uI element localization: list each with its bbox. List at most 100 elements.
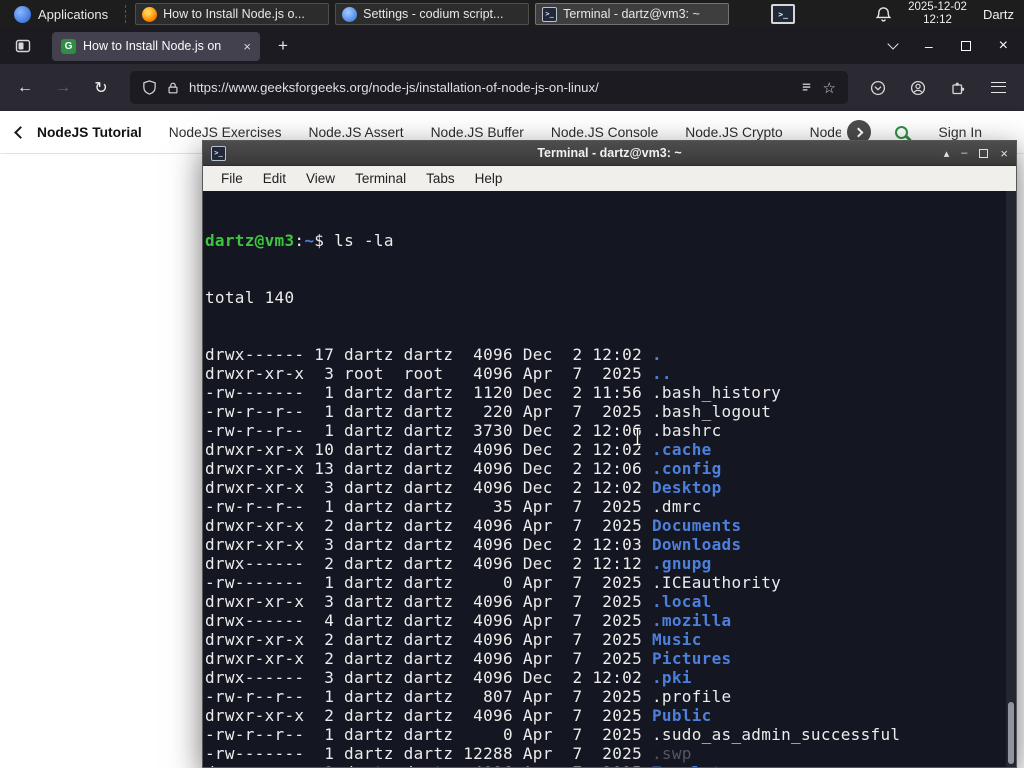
maximize-icon — [960, 41, 971, 51]
menu-file[interactable]: File — [211, 171, 253, 186]
browser-tab-active[interactable]: How to Install Node.js on × — [52, 31, 260, 61]
prompt-path: ~ — [304, 231, 315, 250]
menu-icon[interactable] — [982, 82, 1014, 93]
nav-item-nodejs-buffer[interactable]: Node.JS Buffer — [431, 125, 524, 140]
applications-menu-button[interactable]: Applications — [6, 4, 116, 25]
mouse-cursor — [632, 426, 643, 451]
terminal-line: drwxr-xr-x 2 dartz dartz 4096 Apr 7 2025… — [205, 763, 1002, 767]
applications-icon — [14, 5, 31, 23]
terminal-scrollbar[interactable] — [1006, 191, 1016, 767]
taskbar-item-settings[interactable]: Settings - codium script... — [335, 3, 530, 25]
terminal-scrollbar-thumb[interactable] — [1008, 702, 1014, 764]
tracking-shield-icon[interactable] — [142, 80, 157, 95]
terminal-line: drwx------ 3 dartz dartz 4096 Dec 2 12:0… — [205, 668, 692, 687]
taskbar-item-label: Settings - codium script... — [363, 7, 504, 21]
menu-tabs[interactable]: Tabs — [416, 171, 465, 186]
nav-item-nodejs-exercises[interactable]: NodeJS Exercises — [169, 125, 282, 140]
terminal-line: drwxr-xr-x 2 dartz dartz 4096 Apr 7 2025… — [205, 706, 712, 725]
bookmark-star-icon[interactable]: ☆ — [823, 79, 836, 97]
lock-icon[interactable] — [166, 81, 180, 95]
taskbar-item-label: Terminal - dartz@vm3: ~ — [563, 7, 700, 21]
firefox-icon — [142, 6, 158, 22]
terminal-close-button[interactable]: × — [1000, 146, 1008, 161]
window-minimize-button[interactable]: – — [925, 39, 933, 53]
file-name: .gnupg — [651, 554, 712, 573]
file-name: Documents — [651, 516, 742, 535]
terminal-line: -rw-r--r-- 1 dartz dartz 220 Apr 7 2025 … — [205, 402, 772, 421]
search-icon[interactable] — [895, 125, 909, 139]
clock-date: 2025-12-02 — [908, 1, 967, 13]
file-name: .bash_history — [651, 383, 782, 402]
reload-button[interactable]: ↻ — [86, 78, 116, 98]
applications-label: Applications — [38, 6, 109, 22]
terminal-line: drwx------ 17 dartz dartz 4096 Dec 2 12:… — [205, 345, 662, 364]
pocket-icon[interactable] — [862, 80, 894, 96]
gfg-favicon — [61, 38, 76, 54]
menu-help[interactable]: Help — [465, 171, 513, 186]
tray-terminal-icon[interactable] — [771, 4, 796, 24]
nav-item-nodejs-crypto[interactable]: Node.JS Crypto — [685, 125, 782, 140]
reader-mode-icon[interactable] — [799, 80, 814, 95]
terminal-line: -rw-r--r-- 1 dartz dartz 0 Apr 7 2025 .s… — [205, 725, 901, 744]
file-name: .swp — [651, 744, 692, 763]
window-maximize-button[interactable] — [960, 41, 971, 51]
taskbar-item-terminal[interactable]: Terminal - dartz@vm3: ~ — [535, 3, 730, 25]
tab-close-icon[interactable]: × — [243, 39, 251, 54]
forward-button[interactable]: → — [48, 79, 78, 97]
firefox-view-icon[interactable] — [10, 33, 36, 59]
terminal-title: Terminal - dartz@vm3: ~ — [537, 146, 682, 160]
sign-in-link[interactable]: Sign In — [938, 124, 982, 140]
terminal-title-bar[interactable]: Terminal - dartz@vm3: ~ ▴ – × — [203, 141, 1016, 166]
prompt-symbol: $ — [314, 231, 335, 250]
terminal-line: -rw------- 1 dartz dartz 1120 Dec 2 11:5… — [205, 383, 782, 402]
taskbar-item-browser[interactable]: How to Install Node.js o... — [135, 3, 330, 25]
terminal-window-controls: ▴ – × — [944, 146, 1008, 161]
menu-edit[interactable]: Edit — [253, 171, 296, 186]
prompt-userhost: dartz@vm3 — [205, 231, 295, 250]
menu-view[interactable]: View — [296, 171, 345, 186]
nav-scroll-left-icon[interactable] — [14, 125, 27, 139]
extensions-icon[interactable] — [942, 80, 974, 96]
file-name: .. — [651, 364, 672, 383]
account-icon[interactable] — [902, 80, 934, 96]
terminal-line: drwxr-xr-x 2 dartz dartz 4096 Apr 7 2025… — [205, 630, 702, 649]
nav-item-nodejs-dns[interactable]: Node.JS DNS — [810, 125, 842, 140]
terminal-menu-bar: File Edit View Terminal Tabs Help — [203, 166, 1016, 191]
terminal-minimize-button[interactable]: – — [961, 147, 967, 159]
terminal-icon — [542, 6, 558, 22]
terminal-shade-button[interactable]: ▴ — [944, 147, 950, 160]
tab-title: How to Install Node.js on — [83, 39, 222, 53]
window-close-button[interactable]: × — [999, 38, 1008, 54]
nav-item-nodejs-assert[interactable]: Node.JS Assert — [309, 125, 404, 140]
command-text: ls -la — [334, 231, 394, 250]
terminal-line: drwxr-xr-x 3 dartz dartz 4096 Dec 2 12:0… — [205, 478, 722, 497]
terminal-prompt-line: dartz@vm3:~$ ls -la — [205, 231, 1002, 250]
file-name: .config — [651, 459, 722, 478]
file-name: .pki — [651, 668, 692, 687]
notification-bell-icon[interactable] — [875, 6, 892, 23]
list-all-tabs-icon[interactable] — [887, 38, 899, 50]
terminal-total-line: total 140 — [205, 288, 295, 307]
new-tab-button[interactable]: + — [270, 36, 296, 56]
gfg-nav-items: NodeJS Tutorial NodeJS Exercises Node.JS… — [37, 125, 841, 140]
terminal-line: -rw-r--r-- 1 dartz dartz 3730 Dec 2 12:0… — [205, 421, 722, 440]
panel-clock[interactable]: 2025-12-02 12:12 — [908, 1, 967, 27]
hamburger-bars — [990, 82, 1006, 93]
terminal-output[interactable]: dartz@vm3:~$ ls -la total 140 drwx------… — [203, 191, 1016, 767]
menu-terminal[interactable]: Terminal — [345, 171, 416, 186]
file-name: .mozilla — [651, 611, 732, 630]
url-bar[interactable]: https://www.geeksforgeeks.org/node-js/in… — [130, 71, 848, 104]
back-button[interactable]: ← — [10, 79, 40, 97]
terminal-line: -rw------- 1 dartz dartz 0 Apr 7 2025 .I… — [205, 573, 782, 592]
taskbar-item-label: How to Install Node.js o... — [163, 7, 305, 21]
file-name: Public — [651, 706, 712, 725]
desktop: Applications How to Install Node.js o...… — [0, 0, 1024, 768]
nav-item-nodejs-console[interactable]: Node.JS Console — [551, 125, 658, 140]
terminal-line: drwxr-xr-x 2 dartz dartz 4096 Apr 7 2025… — [205, 649, 732, 668]
browser-tab-bar: How to Install Node.js on × + – × — [0, 28, 1024, 64]
file-name: Music — [651, 630, 702, 649]
url-text[interactable]: https://www.geeksforgeeks.org/node-js/in… — [189, 80, 790, 95]
file-name: Templates — [652, 763, 741, 767]
nav-item-nodejs-tutorial[interactable]: NodeJS Tutorial — [37, 125, 142, 140]
terminal-maximize-button[interactable] — [979, 148, 989, 158]
